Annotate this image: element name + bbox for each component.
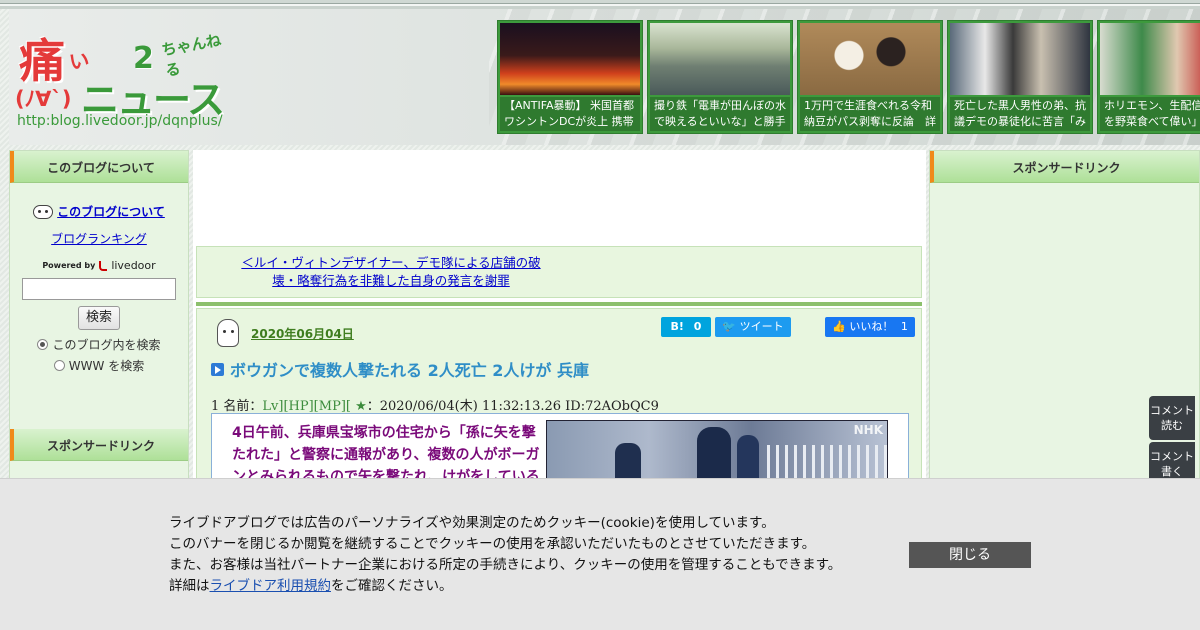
quote-text: 4日午前、兵庫県宝塚市の住宅から「孫に矢を撃たれた」と警察に通報があり、複数の人… xyxy=(232,425,540,481)
thumbnail-card[interactable]: 撮り鉄「電車が田んぼの水で映えるといいな」と勝手 xyxy=(647,20,793,134)
cookie-line: また、お客様は当社パートナー企業における所定の手続きにより、クッキーの使用を管理… xyxy=(169,557,842,573)
tweet-label: ツイート xyxy=(739,320,784,333)
powered-by-livedoor[interactable]: Powered by livedoor xyxy=(10,259,188,272)
cookie-line-suffix: をご確認ください。 xyxy=(331,578,453,594)
article-date[interactable]: 2020年06月04日 xyxy=(251,325,354,342)
cookie-line: このバナーを閉じるか閲覧を継続することでクッキーの使用を承認いただいたものとさせ… xyxy=(169,536,816,552)
thumbnail-image xyxy=(950,23,1090,95)
thumbnail-card[interactable]: ホリエモン、生配信で餃子を野菜食べて偉い」コメ xyxy=(1097,20,1200,134)
thumbnail-caption: 1万円で生涯食べれる令和納豆がパス剥奪に反論 詳 xyxy=(800,97,940,131)
thumbnail-image xyxy=(800,23,940,95)
ranking-row: ブログランキング xyxy=(10,230,188,247)
right-sponsor-heading: スポンサードリンク xyxy=(930,151,1199,183)
cookie-line: ライブドアブログでは広告のパーソナライズや効果測定のためクッキー(cookie)… xyxy=(169,515,775,531)
thumbnail-caption: 撮り鉄「電車が田んぼの水で映えるといいな」と勝手 xyxy=(650,97,790,131)
terms-link[interactable]: ライブドア利用規約 xyxy=(210,578,332,594)
section-divider xyxy=(196,302,922,306)
photo-figure xyxy=(737,435,759,480)
article-title-row: ボウガンで複数人撃たれる 2人死亡 2人けが 兵庫 xyxy=(211,357,589,381)
left-sponsor-section: スポンサードリンク xyxy=(10,429,188,461)
post-meta: 1 名前：Lv][HP][MP][ ★：2020/06/04(木) 11:32:… xyxy=(211,395,659,414)
photo-figure xyxy=(615,443,641,480)
close-cookie-button[interactable]: 閉じる xyxy=(909,542,1031,568)
cookie-banner: ライブドアブログでは広告のパーソナライズや効果測定のためクッキー(cookie)… xyxy=(0,478,1200,630)
cookie-line: 詳細はライブドア利用規約をご確認ください。 xyxy=(169,576,841,597)
radio-label: このブログ内を検索 xyxy=(52,338,161,352)
read-comments-button[interactable]: コメント読む xyxy=(1149,396,1195,440)
article-title: ボウガンで複数人撃たれる 2人死亡 2人けが 兵庫 xyxy=(230,361,589,380)
thumbnail-card[interactable]: 【ANTIFA暴動】 米国首都ワシントンDCが炎上 携帯 xyxy=(497,20,643,134)
meta-prefix: 1 名前： xyxy=(211,399,263,414)
about-heading: このブログについて xyxy=(10,151,188,183)
radio-search-www[interactable]: WWW を検索 xyxy=(10,357,188,374)
radio-search-in-blog[interactable]: このブログ内を検索 xyxy=(10,336,188,353)
main-content: ＜ルイ・ヴィトンデザイナー、デモ隊による店舗の破壊・略奪行為を非難した自身の発言… xyxy=(193,150,926,481)
facebook-like-button[interactable]: 👍 いいね！ 1 xyxy=(825,317,915,337)
search-button[interactable]: 検索 xyxy=(78,306,120,330)
previous-article-link[interactable]: ＜ルイ・ヴィトンデザイナー、デモ隊による店舗の破壊・略奪行為を非難した自身の発言… xyxy=(231,254,551,290)
meta-suffix: ：2020/06/04(木) 11:32:13.26 ID:72AObQC9 xyxy=(366,399,659,414)
top-frame-line xyxy=(0,0,1200,9)
author-avatar-icon xyxy=(217,319,239,347)
cookie-message: ライブドアブログでは広告のパーソナライズや効果測定のためクッキー(cookie)… xyxy=(169,513,841,597)
sponsor-heading: スポンサードリンク xyxy=(10,429,188,461)
left-sidebar: このブログについて このブログについて ブログランキング Powered by … xyxy=(9,150,189,480)
cookie-line-prefix: 詳細は xyxy=(169,578,210,594)
like-label: いいね！ xyxy=(849,320,894,333)
radio-selected-icon xyxy=(37,339,49,350)
blog-header: 痛 い 2 ちゃんねる (ﾉ∀`) ニュース http:blog.livedoo… xyxy=(9,9,1200,145)
logo-kanji: 痛 xyxy=(19,34,65,88)
livedoor-logo-icon xyxy=(99,260,108,271)
article: 2020年06月04日 B! 0 🐦 ツイート 👍 いいね！ 1 ボウガンで複数… xyxy=(196,308,922,481)
logo-face: (ﾉ∀`) xyxy=(15,87,72,111)
previous-article-box: ＜ルイ・ヴィトンデザイナー、デモ隊による店舗の破壊・略奪行為を非難した自身の発言… xyxy=(196,246,922,298)
livedoor-brand: livedoor xyxy=(111,259,156,272)
thumbnail-caption: 【ANTIFA暴動】 米国首都ワシントンDCが炎上 携帯 xyxy=(500,97,640,131)
tweet-button[interactable]: 🐦 ツイート xyxy=(715,317,791,337)
news-photo: NHK xyxy=(546,420,888,480)
hatena-count: 0 xyxy=(693,320,702,333)
hatena-label: B! xyxy=(670,320,684,333)
blog-ranking-link[interactable]: ブログランキング xyxy=(51,232,147,246)
photo-watermark: NHK xyxy=(853,423,883,437)
logo-url: http:blog.livedoor.jp/dqnplus/ xyxy=(17,113,223,129)
about-section: このブログについて ブログランキング Powered by livedoor 検… xyxy=(10,203,188,374)
about-blog-link[interactable]: このブログについて xyxy=(57,203,165,220)
face-icon xyxy=(33,204,54,219)
about-line: このブログについて xyxy=(10,203,188,220)
thumbs-up-icon: 👍 xyxy=(832,320,846,333)
thumbnail-image xyxy=(650,23,790,95)
featured-thumbnails: 【ANTIFA暴動】 米国首都ワシントンDCが炎上 携帯 撮り鉄「電車が田んぼの… xyxy=(497,20,1200,134)
hatena-bookmark-button[interactable]: B! 0 xyxy=(661,317,711,337)
radio-unselected-icon xyxy=(53,360,65,371)
photo-figure xyxy=(697,427,731,480)
thumbnail-caption: ホリエモン、生配信で餃子を野菜食べて偉い」コメ xyxy=(1100,97,1200,131)
thumbnail-image xyxy=(500,23,640,95)
photo-fence xyxy=(767,445,887,480)
article-quote: 4日午前、兵庫県宝塚市の住宅から「孫に矢を撃たれた」と警察に通報があり、複数の人… xyxy=(211,413,909,481)
blog-logo[interactable]: 痛 い 2 ちゃんねる (ﾉ∀`) ニュース http:blog.livedoo… xyxy=(15,23,235,135)
powered-by-label: Powered by xyxy=(42,261,96,270)
thumbnail-card[interactable]: 死亡した黒人男性の弟、抗議デモの暴徒化に苦言「み xyxy=(947,20,1093,134)
radio-label: WWW を検索 xyxy=(68,359,145,373)
like-count: 1 xyxy=(900,320,908,333)
blog-search-input[interactable] xyxy=(22,278,176,300)
poster-name: Lv][HP][MP][ ★ xyxy=(262,399,367,414)
thumbnail-caption: 死亡した黒人男性の弟、抗議デモの暴徒化に苦言「み xyxy=(950,97,1090,131)
bullet-play-icon xyxy=(211,362,224,376)
thumbnail-image xyxy=(1100,23,1200,95)
twitter-icon: 🐦 xyxy=(722,320,737,333)
thumbnail-card[interactable]: 1万円で生涯食べれる令和納豆がパス剥奪に反論 詳 xyxy=(797,20,943,134)
